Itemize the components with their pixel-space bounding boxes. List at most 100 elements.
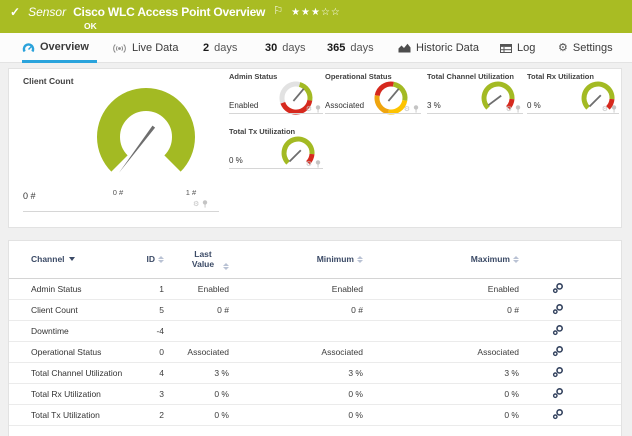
sort-icon <box>513 256 519 263</box>
tile-title: Total Tx Utilization <box>229 127 295 136</box>
channel-settings-icon[interactable] <box>552 387 564 399</box>
gauges-panel: Client Count 0 # 1 # 0 # ⚙ Admin Status … <box>8 68 622 228</box>
column-label: Channel <box>31 254 65 264</box>
table-row: Admin Status 1 Enabled Enabled Enabled <box>9 278 621 299</box>
column-header-channel[interactable]: Channel <box>9 241 141 278</box>
chevron-down-icon <box>69 257 75 261</box>
tab-label: Log <box>517 42 535 54</box>
sort-icon <box>357 256 363 263</box>
tab-30-days[interactable]: 30 days <box>265 33 306 63</box>
pin-icon[interactable] <box>315 160 321 168</box>
channel-id: 5 <box>141 299 168 320</box>
maximum-value <box>367 320 523 341</box>
column-label: Last Value <box>186 249 220 270</box>
tab-unit: days <box>214 42 237 54</box>
channel-settings-icon[interactable] <box>552 345 564 357</box>
channel-name[interactable]: Total Tx Utilization <box>9 404 141 425</box>
gauge-tile-total-tx-utilization[interactable]: Total Tx Utilization 0 % ⚙ <box>229 127 323 175</box>
column-label: Maximum <box>471 254 510 264</box>
status-badge: OK <box>84 21 97 31</box>
column-header-last-value[interactable]: Last Value <box>168 241 233 278</box>
channel-id: 0 <box>141 341 168 362</box>
tab-number: 30 <box>265 42 277 54</box>
table-header-row: Channel ID Last Value Minimum Maximum <box>9 241 621 278</box>
gauge-needle <box>293 89 303 101</box>
tab-label: Settings <box>573 42 613 54</box>
tab-label: Historic Data <box>416 42 479 54</box>
tile-title: Total Rx Utilization <box>527 72 594 81</box>
gauge-tile-total-rx-utilization[interactable]: Total Rx Utilization 0 % ⚙ <box>527 72 619 120</box>
channel-name[interactable]: Operational Status <box>9 341 141 362</box>
gauge-max-label: 1 # <box>177 188 205 197</box>
tab-number: 2 <box>203 42 209 54</box>
pin-icon[interactable] <box>515 105 521 113</box>
column-header-id[interactable]: ID <box>141 241 168 278</box>
tab-label: Live Data <box>132 42 178 54</box>
table-row: Total Rx Utilization 3 0 % 0 % 0 % <box>9 383 621 404</box>
flag-icon[interactable]: ⚐ <box>273 4 283 17</box>
tile-title: Operational Status <box>325 72 392 81</box>
tab-live-data[interactable]: Live Data <box>112 33 178 63</box>
channel-settings-icon[interactable] <box>552 282 564 294</box>
pin-icon[interactable] <box>413 105 419 113</box>
channel-id: 3 <box>141 383 168 404</box>
column-header-minimum[interactable]: Minimum <box>233 241 367 278</box>
tab-historic-data[interactable]: Historic Data <box>398 33 479 63</box>
last-value: 0 % <box>168 404 233 425</box>
gauge-needle <box>119 126 155 173</box>
minimum-value: 0 % <box>233 404 367 425</box>
client-count-gauge[interactable] <box>96 87 196 187</box>
channel-gear-icon[interactable]: ⚙ <box>193 201 199 208</box>
channel-name[interactable]: Admin Status <box>9 278 141 299</box>
tab-settings[interactable]: ⚙ Settings <box>558 33 613 63</box>
gear-icon: ⚙ <box>558 43 568 54</box>
signal-icon <box>112 43 127 54</box>
tab-2-days[interactable]: 2 days <box>203 33 237 63</box>
channel-gear-icon[interactable]: ⚙ <box>306 106 312 113</box>
gauge-tile-total-channel-utilization[interactable]: Total Channel Utilization 3 % ⚙ <box>427 72 523 120</box>
channel-table-panel: Channel ID Last Value Minimum Maximum Ad… <box>8 240 622 436</box>
tab-365-days[interactable]: 365 days <box>327 33 374 63</box>
pin-icon[interactable] <box>315 105 321 113</box>
sort-icon <box>158 256 164 263</box>
tile-value: 3 % <box>427 101 441 110</box>
channel-gear-icon[interactable]: ⚙ <box>306 161 312 168</box>
channel-gear-icon[interactable]: ⚙ <box>602 106 608 113</box>
channel-name[interactable]: Total Channel Utilization <box>9 362 141 383</box>
channel-name[interactable]: Total Rx Utilization <box>9 383 141 404</box>
channel-settings-icon[interactable] <box>552 366 564 378</box>
channel-name[interactable]: Client Count <box>9 299 141 320</box>
tab-log[interactable]: Log <box>500 33 535 63</box>
tab-label: Overview <box>40 41 89 53</box>
primary-gauge-value: 0 # <box>23 191 36 201</box>
column-header-maximum[interactable]: Maximum <box>367 241 523 278</box>
channel-gear-icon[interactable]: ⚙ <box>404 106 410 113</box>
pin-icon[interactable] <box>202 200 208 208</box>
pin-icon[interactable] <box>611 105 617 113</box>
channel-name[interactable]: Downtime <box>9 320 141 341</box>
tab-overview[interactable]: Overview <box>22 33 97 63</box>
priority-stars[interactable]: ★★★☆☆ <box>291 7 341 18</box>
area-chart-icon <box>398 43 411 53</box>
stars-empty: ☆☆ <box>321 7 341 18</box>
channel-gear-icon[interactable]: ⚙ <box>506 106 512 113</box>
table-row: Client Count 5 0 # 0 # 0 # <box>9 299 621 320</box>
minimum-value: 3 % <box>233 362 367 383</box>
tile-value: Associated <box>325 101 364 110</box>
gauge-tile-operational-status[interactable]: Operational Status Associated ⚙ <box>325 72 421 120</box>
object-kind-label: Sensor <box>28 5 66 19</box>
tile-value: 0 % <box>527 101 541 110</box>
channel-settings-icon[interactable] <box>552 303 564 315</box>
channel-settings-icon[interactable] <box>552 324 564 336</box>
tab-unit: days <box>350 42 373 54</box>
tab-number: 365 <box>327 42 345 54</box>
channel-settings-icon[interactable] <box>552 408 564 420</box>
tab-unit: days <box>282 42 305 54</box>
primary-gauge-title: Client Count <box>23 76 74 86</box>
column-label: ID <box>147 254 156 264</box>
tab-bar: Overview Live Data 2 days 30 days 365 days <box>0 33 632 63</box>
tile-value: Enabled <box>229 101 258 110</box>
gauge-icon <box>22 41 35 53</box>
gauge-tile-admin-status[interactable]: Admin Status Enabled ⚙ <box>229 72 323 120</box>
gauge-needle <box>388 89 398 101</box>
